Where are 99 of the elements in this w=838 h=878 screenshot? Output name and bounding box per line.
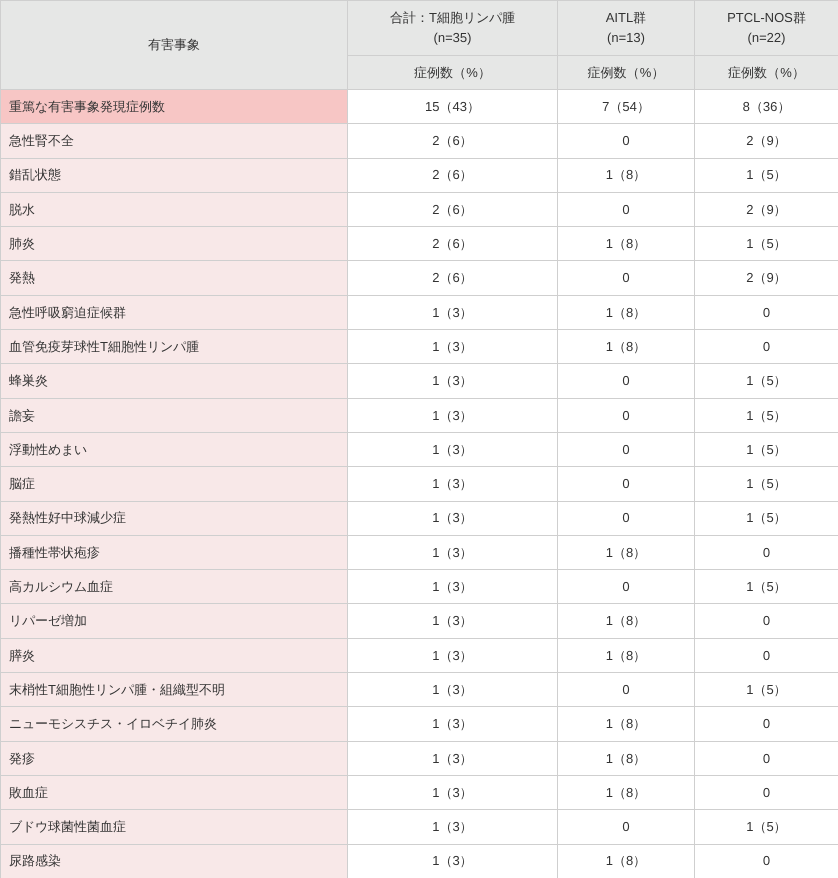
table-cell: 1（3） — [348, 466, 558, 502]
row-header-cell: 発疹 — [0, 741, 348, 776]
row-header-cell: 脱水 — [0, 192, 348, 227]
table-cell: 1（3） — [348, 604, 558, 638]
table-cell: 1（5） — [694, 226, 838, 261]
table-cell: 1（3） — [348, 364, 558, 398]
table-cell: 1（8） — [558, 706, 694, 742]
table-cell: 15（43） — [348, 90, 558, 124]
table-cell: 0 — [558, 398, 694, 432]
table-cell: 2（9） — [694, 260, 838, 296]
header-cell: 症例数（%） — [694, 56, 838, 90]
table-cell: 0 — [694, 844, 838, 878]
table-cell: 0 — [558, 501, 694, 536]
table-cell: 0 — [694, 330, 838, 364]
table-cell: 1（5） — [694, 158, 838, 192]
header-cell: AITL群 (n=13) — [558, 0, 694, 56]
row-header-cell: 重篤な有害事象発現症例数 — [0, 90, 348, 124]
table-cell: 0 — [558, 260, 694, 296]
table-cell: 0 — [694, 638, 838, 673]
row-header-cell: 急性腎不全 — [0, 124, 348, 158]
table-cell: 1（5） — [694, 501, 838, 536]
table-cell: 1（5） — [694, 398, 838, 432]
table-cell: 1（3） — [348, 741, 558, 776]
table-cell: 1（8） — [558, 330, 694, 364]
table-cell: 2（9） — [694, 124, 838, 158]
row-header-cell: 播種性帯状疱疹 — [0, 535, 348, 570]
table-cell: 1（3） — [348, 432, 558, 467]
row-header-cell: 錯乱状態 — [0, 158, 348, 192]
table-cell: 0 — [694, 775, 838, 810]
row-header-cell: ニューモシスチス・イロベチイ肺炎 — [0, 706, 348, 742]
table-cell: 0 — [694, 706, 838, 742]
table-cell: 1（3） — [348, 501, 558, 536]
table-cell: 2（6） — [348, 260, 558, 296]
table-cell: 2（6） — [348, 124, 558, 158]
table-cell: 1（3） — [348, 535, 558, 570]
table-cell: 0 — [694, 295, 838, 330]
header-cell: 症例数（%） — [348, 56, 558, 90]
table-cell: 0 — [558, 570, 694, 604]
table-cell: 0 — [558, 810, 694, 844]
table-cell: 0 — [558, 192, 694, 227]
header-cell: 症例数（%） — [558, 56, 694, 90]
row-header-cell: 譫妄 — [0, 398, 348, 432]
row-header-cell: 脳症 — [0, 466, 348, 502]
header-cell: 有害事象 — [0, 0, 348, 90]
table-cell: 1（3） — [348, 330, 558, 364]
table-cell: 1（8） — [558, 775, 694, 810]
table-cell: 1（3） — [348, 638, 558, 673]
table-cell: 1（8） — [558, 741, 694, 776]
row-header-cell: 血管免疫芽球性T細胞性リンパ腫 — [0, 330, 348, 364]
table-cell: 1（8） — [558, 158, 694, 192]
table-cell: 0 — [558, 432, 694, 467]
row-header-cell: ブドウ球菌性菌血症 — [0, 810, 348, 844]
table-cell: 0 — [558, 364, 694, 398]
table-cell: 1（3） — [348, 398, 558, 432]
table-cell: 0 — [558, 672, 694, 707]
table-cell: 1（5） — [694, 364, 838, 398]
row-header-cell: 発熱 — [0, 260, 348, 296]
table-cell: 0 — [558, 466, 694, 502]
row-header-cell: 急性呼吸窮迫症候群 — [0, 295, 348, 330]
row-header-cell: 末梢性T細胞性リンパ腫・組織型不明 — [0, 672, 348, 707]
row-header-cell: 敗血症 — [0, 775, 348, 810]
header-cell: 合計：T細胞リンパ腫 (n=35) — [348, 0, 558, 56]
table-cell: 1（8） — [558, 604, 694, 638]
table-cell: 8（36） — [694, 90, 838, 124]
table-cell: 2（9） — [694, 192, 838, 227]
row-header-cell: リパーゼ増加 — [0, 604, 348, 638]
table-cell: 1（5） — [694, 466, 838, 502]
table-cell: 1（8） — [558, 638, 694, 673]
table-cell: 1（3） — [348, 295, 558, 330]
table-cell: 1（8） — [558, 844, 694, 878]
table-cell: 1（5） — [694, 810, 838, 844]
table-cell: 1（3） — [348, 810, 558, 844]
row-header-cell: 尿路感染 — [0, 844, 348, 878]
table-cell: 1（3） — [348, 844, 558, 878]
row-header-cell: 肺炎 — [0, 226, 348, 261]
table-cell: 0 — [694, 535, 838, 570]
row-header-cell: 発熱性好中球減少症 — [0, 501, 348, 536]
row-header-cell: 浮動性めまい — [0, 432, 348, 467]
row-header-cell: 高カルシウム血症 — [0, 570, 348, 604]
table-cell: 1（3） — [348, 775, 558, 810]
table-cell: 2（6） — [348, 158, 558, 192]
table-cell: 0 — [558, 124, 694, 158]
table-cell: 2（6） — [348, 226, 558, 261]
header-cell: PTCL-NOS群 (n=22) — [694, 0, 838, 56]
table-cell: 1（3） — [348, 570, 558, 604]
table-cell: 1（8） — [558, 226, 694, 261]
table-cell: 1（5） — [694, 432, 838, 467]
table-cell: 2（6） — [348, 192, 558, 227]
row-header-cell: 膵炎 — [0, 638, 348, 673]
table-cell: 0 — [694, 604, 838, 638]
table-cell: 1（3） — [348, 706, 558, 742]
table-cell: 1（8） — [558, 535, 694, 570]
table-cell: 7（54） — [558, 90, 694, 124]
table-cell: 1（5） — [694, 672, 838, 707]
row-header-cell: 蜂巣炎 — [0, 364, 348, 398]
table-cell: 1（5） — [694, 570, 838, 604]
table-cell: 1（8） — [558, 295, 694, 330]
table-cell: 0 — [694, 741, 838, 776]
table-cell: 1（3） — [348, 672, 558, 707]
